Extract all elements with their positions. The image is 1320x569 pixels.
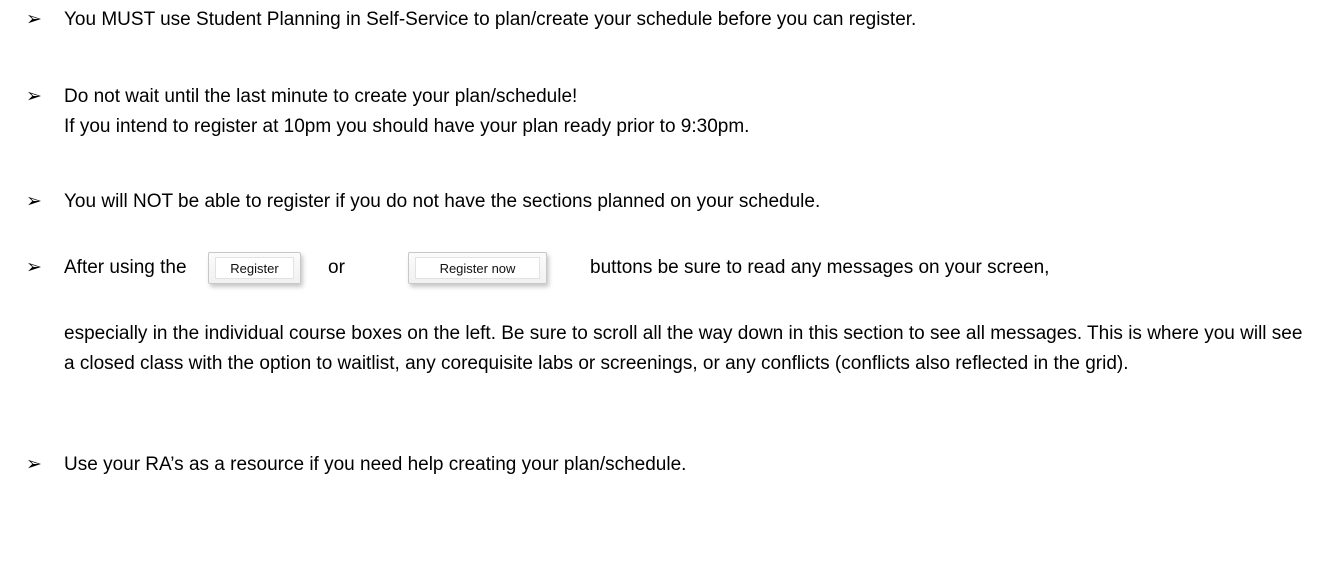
instructions-document: ➢ You MUST use Student Planning in Self-… [0, 0, 1320, 569]
instruction-after-using-suffix: buttons be sure to read any messages on … [590, 257, 1050, 278]
register-button-label: Register [215, 257, 294, 279]
instruction-sections-planned: You will NOT be able to register if you … [64, 191, 821, 212]
instruction-messages-paragraph: especially in the individual course boxe… [64, 323, 1303, 374]
instruction-do-not-wait: Do not wait until the last minute to cre… [64, 86, 578, 107]
arrow-bullet-icon: ➢ [26, 86, 42, 107]
instruction-ra-resource: Use your RA’s as a resource if you need … [64, 454, 687, 475]
arrow-bullet-icon: ➢ [26, 454, 42, 475]
arrow-bullet-icon: ➢ [26, 257, 42, 278]
instruction-after-using-prefix: After using the [64, 257, 187, 278]
instruction-register-time: If you intend to register at 10pm you sh… [64, 116, 750, 137]
arrow-bullet-icon: ➢ [26, 191, 42, 212]
instruction-must-use-planning: You MUST use Student Planning in Self-Se… [64, 9, 917, 30]
register-button[interactable]: Register [208, 252, 301, 284]
arrow-bullet-icon: ➢ [26, 9, 42, 30]
register-now-button[interactable]: Register now [408, 252, 547, 284]
register-now-button-label: Register now [415, 257, 540, 279]
instruction-or: or [328, 257, 345, 278]
